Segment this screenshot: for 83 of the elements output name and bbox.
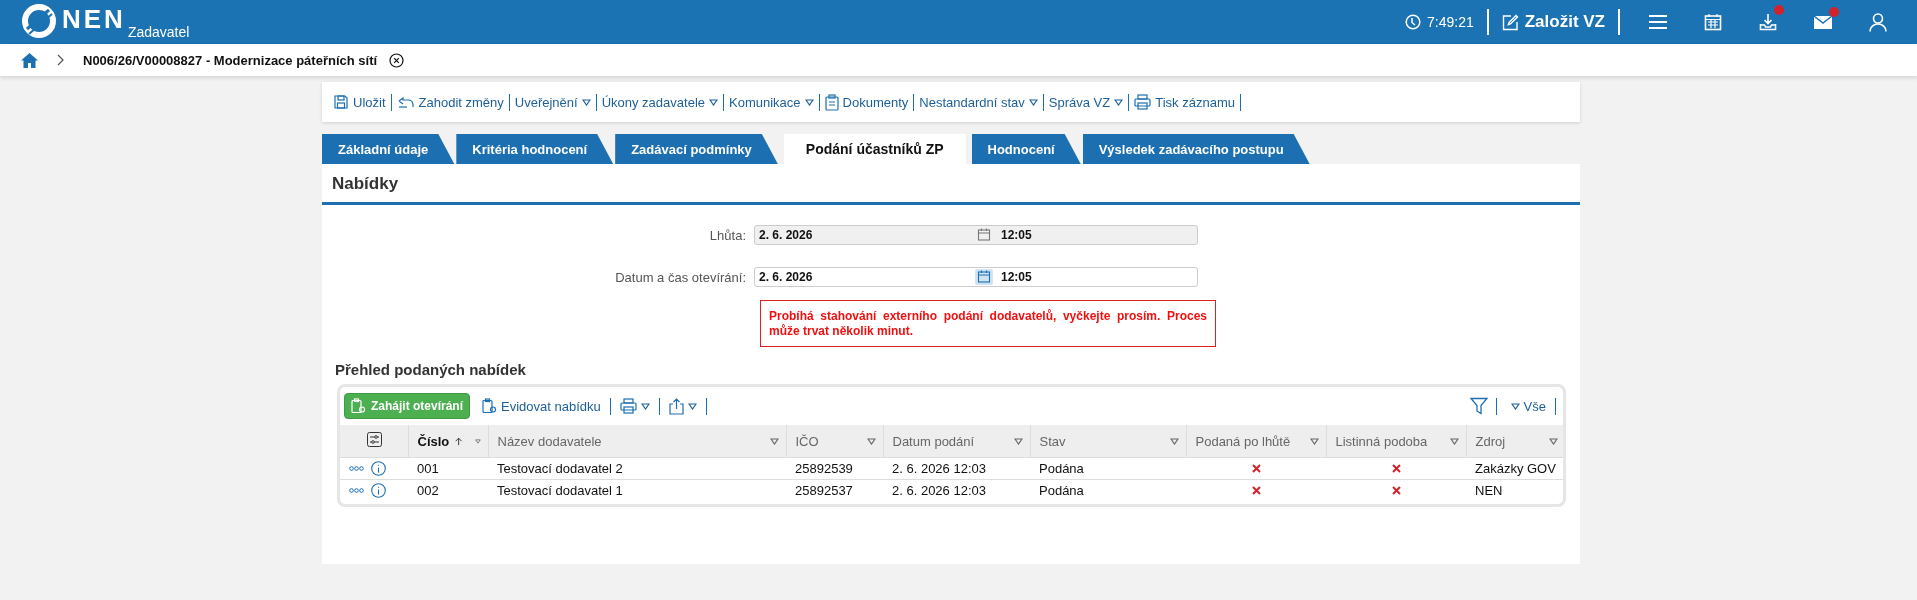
close-icon[interactable]: [389, 52, 405, 68]
undo-icon: [396, 95, 415, 109]
download-icon[interactable]: [1758, 13, 1777, 31]
toolbar-button[interactable]: Komunikace: [724, 94, 819, 110]
filter-dropdown-icon[interactable]: [1309, 437, 1319, 445]
filter-dropdown[interactable]: Vše: [1504, 398, 1552, 414]
tab[interactable]: Zadávací podmínky: [615, 134, 778, 164]
toolbar-button[interactable]: Uložit: [328, 94, 391, 110]
calendar-icon[interactable]: [975, 269, 993, 285]
tab[interactable]: Základní údaje: [322, 134, 455, 164]
table-cell: Testovací dodavatel 2: [497, 461, 623, 476]
app-subtitle: Zadavatel: [127, 24, 190, 40]
calendar-icon[interactable]: [1703, 13, 1722, 31]
toolbar-button[interactable]: Zahodit změny: [391, 94, 509, 110]
save-icon: [333, 94, 349, 110]
table-cell: 2. 6. 2026 12:03: [892, 461, 986, 476]
toolbar-button[interactable]: Nestandardní stav: [914, 94, 1043, 110]
filter-dropdown-icon[interactable]: [866, 437, 876, 445]
clock-time: 7:49:21: [1427, 14, 1474, 30]
table-cell: Testovací dodavatel 1: [497, 483, 623, 498]
tab[interactable]: Kritéria hodnocení: [456, 134, 614, 164]
table-cell: 001: [417, 461, 439, 476]
printer-icon: [619, 398, 637, 414]
filter-dropdown-icon[interactable]: [1013, 437, 1023, 445]
share-icon: [668, 397, 684, 415]
datetime-field[interactable]: 2. 6. 2026 12:05: [754, 267, 1198, 287]
breadcrumb-title[interactable]: N006/26/V00008827 - Modernizace páteřních sítí: [83, 52, 378, 68]
logo-text: NEN: [62, 6, 126, 32]
section-title: Nabídky: [322, 164, 1580, 205]
filter-dropdown-icon[interactable]: [474, 437, 481, 445]
dropdown-icon: [640, 402, 650, 410]
chevron-icon: [57, 54, 65, 66]
table-cell: Podána: [1039, 461, 1084, 476]
dropdown-icon: [1510, 402, 1520, 410]
field-label: Datum a čas otevírání:: [614, 269, 747, 285]
clipboard-gear-icon: [482, 398, 498, 414]
warning-message: Probíhá stahování externího podání dodavatelů, vyčkejte prosím. Proces může trvat několik minut.: [760, 300, 1216, 347]
section-subtitle: Přehled podaných nabídek: [335, 361, 527, 378]
table-cell: 25892537: [795, 483, 853, 498]
table-cell: 2. 6. 2026 12:03: [892, 483, 986, 498]
tab[interactable]: Podání účastníků ZP: [783, 134, 966, 164]
column-header[interactable]: Stav: [1039, 433, 1066, 449]
logo-icon: [22, 4, 56, 38]
table-cell: Zakázky GOV: [1475, 461, 1556, 476]
filter-dropdown-icon[interactable]: [1549, 437, 1558, 445]
tab[interactable]: Výsledek zadávacího postupu: [1082, 134, 1310, 164]
clipboard-icon: [824, 93, 839, 111]
field-label: Lhůta:: [708, 227, 747, 243]
clipboard-gear-icon: [351, 398, 366, 414]
edit-icon: [1501, 13, 1519, 31]
column-header[interactable]: IČO: [795, 433, 819, 449]
table-cell: NEN: [1475, 483, 1503, 498]
column-header[interactable]: Název dodavatele: [497, 433, 602, 449]
menu-icon[interactable]: [1647, 14, 1668, 30]
toolbar-button[interactable]: Uveřejnění: [509, 94, 596, 110]
more-icon[interactable]: [349, 466, 364, 471]
table-cell: 25892539: [795, 461, 853, 476]
home-icon[interactable]: [20, 51, 39, 69]
table-cell: Podána: [1039, 483, 1084, 498]
printer-icon: [1134, 94, 1152, 110]
filter-dropdown-icon[interactable]: [1169, 437, 1179, 445]
settings-icon[interactable]: [367, 432, 383, 447]
column-header[interactable]: Číslo: [417, 433, 450, 449]
register-offer-button[interactable]: Evidovat nabídku: [476, 398, 607, 414]
column-settings[interactable]: [340, 425, 408, 458]
tab[interactable]: Hodnocení: [971, 134, 1081, 164]
more-icon[interactable]: [349, 488, 364, 493]
create-button[interactable]: Založit VZ: [1488, 12, 1618, 32]
toolbar-button[interactable]: Dokumenty: [819, 93, 914, 111]
column-header[interactable]: Zdroj: [1475, 433, 1506, 449]
info-icon[interactable]: [371, 461, 386, 476]
toolbar-button[interactable]: Správa VZ: [1043, 94, 1129, 110]
info-icon[interactable]: [371, 483, 386, 498]
table-cell: 002: [417, 483, 439, 498]
toolbar-button[interactable]: Tisk záznamu: [1129, 94, 1240, 110]
filter-dropdown-icon[interactable]: [1449, 437, 1459, 445]
filter-dropdown-icon[interactable]: [769, 437, 779, 445]
dropdown-icon: [687, 402, 697, 410]
mail-icon[interactable]: [1812, 14, 1833, 30]
filter-icon[interactable]: [1469, 397, 1488, 415]
toolbar-button[interactable]: Úkony zadavatele: [596, 94, 723, 110]
user-icon[interactable]: [1868, 12, 1887, 32]
clock-icon: [1405, 14, 1421, 30]
